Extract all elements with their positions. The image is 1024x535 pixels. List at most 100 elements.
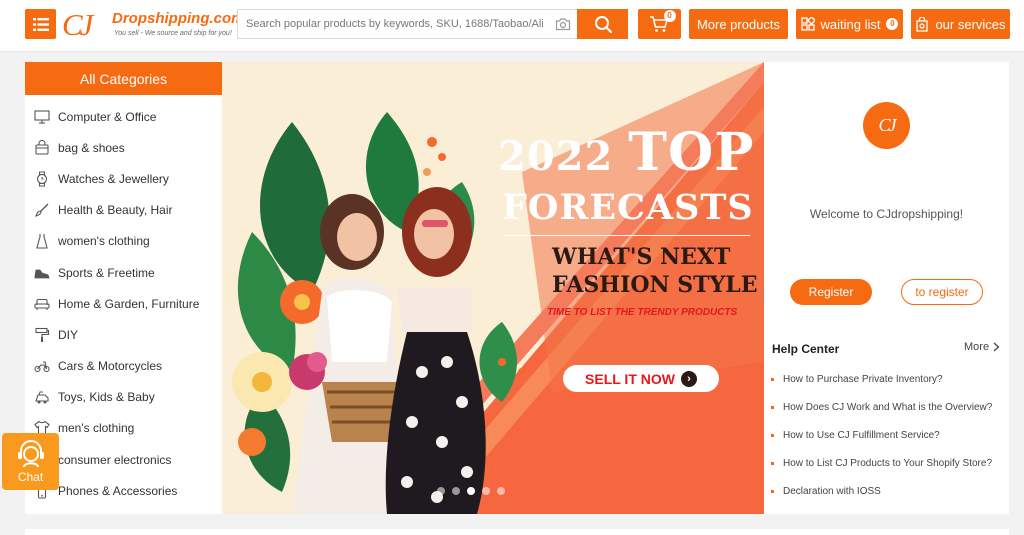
logo-mark: CJ <box>62 7 93 42</box>
search-box <box>237 9 577 39</box>
logo-tagline: You sell - We source and ship for you! <box>114 30 232 37</box>
category-label: Home & Garden, Furniture <box>58 296 200 311</box>
search-button[interactable] <box>577 9 628 39</box>
carousel-dot[interactable] <box>482 487 490 495</box>
more-products-label: More products <box>696 16 781 32</box>
service-icon <box>916 16 929 32</box>
logo-name: Dropshipping.com <box>112 10 245 27</box>
chat-label: Chat <box>17 469 44 484</box>
top-header: CJ Dropshipping.com You sell - We source… <box>0 0 1024 52</box>
carousel-dot[interactable] <box>452 487 460 495</box>
bullet-icon <box>771 461 774 465</box>
help-item-label: How to List CJ Products to Your Shopify … <box>783 457 992 469</box>
banner-year: 2022 <box>498 133 614 180</box>
help-item-label: Declaration with IOSS <box>783 485 881 497</box>
help-more-label: More <box>964 341 990 353</box>
sell-it-now-label: SELL IT NOW <box>585 370 675 387</box>
waiting-count-badge: 0 <box>886 18 899 30</box>
help-list: How to Purchase Private Inventory? How D… <box>771 366 1006 505</box>
monitor-icon <box>33 110 50 124</box>
carousel-dot[interactable] <box>497 487 505 495</box>
dress-icon <box>35 234 48 249</box>
help-item[interactable]: How to Use CJ Fulfillment Service? <box>771 422 1006 450</box>
our-services-label: our services <box>935 16 1006 32</box>
avatar-text: CJ <box>878 115 897 135</box>
avatar: CJ <box>863 102 910 149</box>
banner-top: TOP <box>628 122 755 183</box>
category-label: Computer & Office <box>58 109 157 124</box>
our-services-button[interactable]: our services <box>911 9 1010 39</box>
banner-fashion-style: FASHION STYLE <box>552 272 758 298</box>
menu-button[interactable] <box>25 9 56 39</box>
category-item[interactable]: Cars & Motorcycles <box>25 351 222 382</box>
waiting-list-label: waiting list <box>820 16 881 32</box>
search-icon <box>594 16 612 33</box>
welcome-text: Welcome to CJdropshipping! <box>809 207 964 221</box>
site-logo[interactable]: CJ Dropshipping.com You sell - We source… <box>62 7 245 42</box>
help-item-label: How to Use CJ Fulfillment Service? <box>783 429 940 441</box>
help-item[interactable]: Declaration with IOSS <box>771 477 1006 505</box>
watch-icon <box>36 171 47 187</box>
category-item[interactable]: Toys, Kids & Baby <box>25 382 222 413</box>
category-item[interactable]: DIY <box>25 319 222 350</box>
hamburger-icon <box>32 17 49 31</box>
bullet-icon <box>771 489 774 493</box>
category-label: consumer electronics <box>58 452 172 467</box>
banner-whats-next: WHAT'S NEXT <box>552 244 731 270</box>
category-label: Sports & Freetime <box>58 265 155 280</box>
help-center-title: Help Center <box>772 342 840 356</box>
bullet-icon <box>771 433 774 437</box>
sofa-icon <box>33 298 50 310</box>
category-label: Health & Beauty, Hair <box>58 203 173 218</box>
promo-banner[interactable]: 2022 TOP FORECASTS WHAT'S NEXT FASHION S… <box>222 62 764 514</box>
bullet-icon <box>771 378 774 382</box>
more-products-button[interactable]: More products <box>689 9 788 39</box>
shoe-icon <box>34 269 50 278</box>
waiting-list-button[interactable]: waiting list 0 <box>796 9 903 39</box>
cart-count-badge: 0 <box>663 10 676 22</box>
category-item[interactable]: bag & shoes <box>25 132 222 163</box>
account-panel: CJ Welcome to CJdropshipping! Register t… <box>764 62 1009 514</box>
brush-icon <box>34 203 48 218</box>
help-item[interactable]: How Does CJ Work and What is the Overvie… <box>771 394 1006 422</box>
toy-icon <box>34 391 49 404</box>
register-button[interactable]: Register <box>790 279 872 305</box>
search-input[interactable] <box>238 10 543 38</box>
category-label: DIY <box>58 327 79 342</box>
category-item[interactable]: Sports & Freetime <box>25 257 222 288</box>
category-label: Watches & Jewellery <box>58 171 169 186</box>
sell-it-now-button[interactable]: SELL IT NOW › <box>563 365 719 392</box>
arrow-right-icon: › <box>680 370 697 387</box>
next-section-edge <box>25 529 1009 535</box>
banner-headline: 2022 TOP <box>498 122 754 183</box>
category-item[interactable]: Computer & Office <box>25 101 222 132</box>
grid-icon <box>800 17 815 31</box>
help-more-link[interactable]: More <box>964 341 1000 353</box>
category-item[interactable]: Watches & Jewellery <box>25 163 222 194</box>
carousel-dots <box>437 487 505 495</box>
help-item-label: How Does CJ Work and What is the Overvie… <box>783 402 993 414</box>
motorcycle-icon <box>33 361 50 373</box>
cart-button[interactable]: 0 <box>638 9 681 39</box>
category-item[interactable]: women's clothing <box>25 226 222 257</box>
banner-tagline: TIME TO LIST THE TRENDY PRODUCTS <box>547 307 738 318</box>
banner-divider <box>504 235 750 236</box>
category-label: men's clothing <box>58 421 135 436</box>
category-item[interactable]: Home & Garden, Furniture <box>25 288 222 319</box>
category-label: Phones & Accessories <box>58 483 178 498</box>
headset-agent-icon <box>17 439 44 467</box>
help-item-label: How to Purchase Private Inventory? <box>783 374 943 386</box>
category-item[interactable]: Health & Beauty, Hair <box>25 195 222 226</box>
help-item[interactable]: How to Purchase Private Inventory? <box>771 366 1006 394</box>
camera-icon[interactable] <box>555 17 571 31</box>
chevron-right-icon <box>993 342 1000 352</box>
category-label: Cars & Motorcycles <box>58 359 163 374</box>
bullet-icon <box>771 406 774 410</box>
category-label: women's clothing <box>58 234 150 249</box>
to-register-button[interactable]: to register <box>901 279 983 305</box>
help-item[interactable]: How to List CJ Products to Your Shopify … <box>771 449 1006 477</box>
categories-title: All Categories <box>25 62 222 95</box>
carousel-dot[interactable] <box>467 487 475 495</box>
chat-button[interactable]: Chat <box>2 433 59 490</box>
carousel-dot[interactable] <box>437 487 445 495</box>
